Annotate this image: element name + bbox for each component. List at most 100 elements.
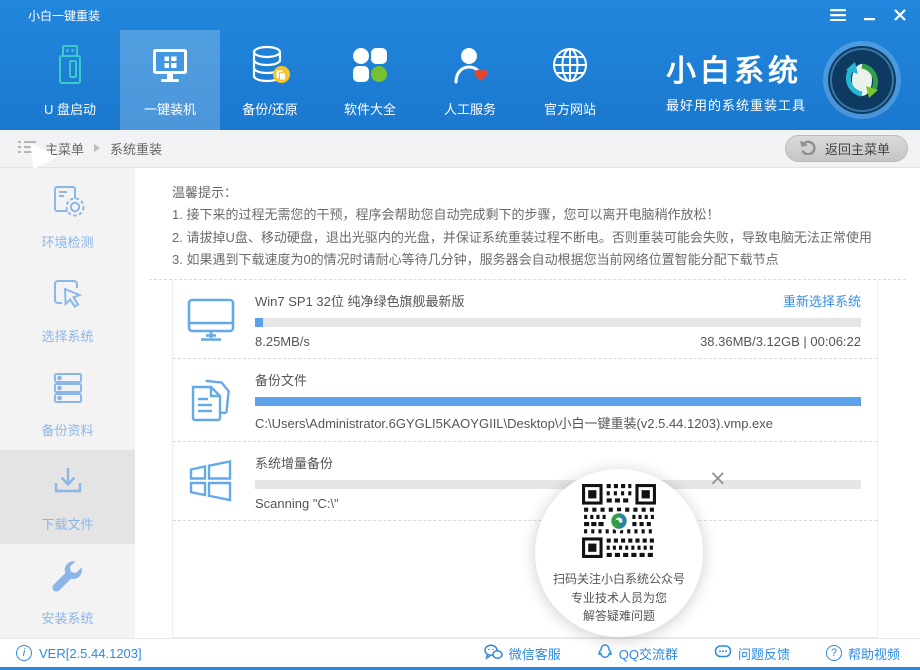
download-progress-bar: [255, 318, 861, 327]
task-system-download: Win7 SP1 32位 纯净绿色旗舰最新版 重新选择系统 8.25MB/s 3…: [173, 280, 877, 359]
incremental-progress-bar: [255, 480, 861, 489]
download-progress-fill: [255, 318, 263, 327]
link-label: 帮助视频: [848, 644, 900, 663]
chevron-right-icon: [93, 141, 101, 156]
nav-software-center[interactable]: 软件大全: [320, 30, 420, 130]
sidebar-item-select-system[interactable]: 选择系统: [0, 262, 135, 356]
link-label: QQ交流群: [619, 644, 678, 663]
wechat-icon: [484, 644, 503, 663]
brand-block: 小白系统 最好用的系统重装工具: [666, 30, 806, 130]
wechat-support-link[interactable]: 微信客服: [484, 643, 561, 663]
task-backup-files: 备份文件 C:\Users\Administrator.6GYGLI5KAOYG…: [173, 359, 877, 442]
tips-title: 温馨提示：: [172, 182, 880, 204]
download-stats: 38.36MB/3.12GB | 00:06:22: [700, 334, 861, 349]
close-icon[interactable]: [894, 9, 906, 21]
window-title: 小白一键重装: [28, 7, 100, 24]
qr-caption-line-2: 专业技术人员为您: [553, 589, 685, 608]
tips-line-1: 1. 接下来的过程无需您的干预，程序会帮助您自动完成剩下的步骤，您可以离开电脑稍…: [172, 204, 880, 226]
qr-caption: 扫码关注小白系统公众号 专业技术人员为您 解答疑难问题: [553, 570, 685, 626]
nav-label: 软件大全: [344, 99, 396, 118]
download-speed: 8.25MB/s: [255, 334, 310, 349]
task-title: Win7 SP1 32位 纯净绿色旗舰最新版: [255, 291, 465, 310]
person-heart-icon: [448, 43, 492, 92]
main-content: 温馨提示： 1. 接下来的过程无需您的干预，程序会帮助您自动完成剩下的步骤，您可…: [135, 168, 920, 638]
brand-name: 小白系统: [666, 46, 806, 90]
back-button-label: 返回主菜单: [825, 139, 890, 158]
version-info[interactable]: i VER[2.5.44.1203]: [16, 645, 142, 661]
sidebar-item-download-files[interactable]: 下载文件: [0, 450, 135, 544]
titlebar: 小白一键重装: [0, 0, 920, 30]
tips-block: 温馨提示： 1. 接下来的过程无需您的干预，程序会帮助您自动完成剩下的步骤，您可…: [135, 168, 920, 273]
tips-line-2: 2. 请拔掉U盘、移动硬盘，退出光驱内的光盘，并保证系统重装过程不断电。否则重装…: [172, 227, 880, 249]
version-text: VER[2.5.44.1203]: [39, 646, 142, 661]
panel-filler: [173, 521, 877, 637]
backup-file-path: C:\Users\Administrator.6GYGLI5KAOYGIIL\D…: [255, 413, 773, 432]
nav-label: 一键装机: [144, 99, 196, 118]
feedback-link[interactable]: 问题反馈: [714, 643, 790, 663]
nav-label: 备份/还原: [242, 99, 298, 118]
backup-progress-fill: [255, 397, 861, 406]
statusbar-links: 微信客服 QQ交流群 问题反馈: [484, 643, 900, 663]
qr-popup: 扫码关注小白系统公众号 专业技术人员为您 解答疑难问题: [535, 469, 703, 637]
nav-one-click-install[interactable]: 一键装机: [120, 30, 220, 130]
question-icon: ?: [826, 645, 842, 661]
qr-caption-line-1: 扫码关注小白系统公众号: [553, 570, 685, 589]
tips-line-3: 3. 如果遇到下载速度为0的情况时请耐心等待几分钟，服务器会自动根据您当前网络位…: [172, 249, 880, 271]
task-title: 系统增量备份: [255, 453, 333, 472]
scan-status: Scanning "C:\": [255, 496, 339, 511]
sidebar-item-install-system[interactable]: 安装系统: [0, 544, 135, 638]
qr-popup-close-icon[interactable]: ×: [709, 468, 727, 489]
breadcrumb: 主菜单 系统重装 返回主菜单: [0, 130, 920, 168]
qr-caption-line-3: 解答疑难问题: [553, 607, 685, 626]
backup-progress-bar: [255, 397, 861, 406]
breadcrumb-current: 系统重装: [110, 139, 162, 158]
windows-logo-icon: [183, 455, 239, 509]
qq-group-link[interactable]: QQ交流群: [597, 643, 678, 663]
sidebar-item-label: 备份资料: [41, 420, 93, 439]
chat-feedback-icon: [714, 644, 732, 663]
wrench-icon: [48, 556, 88, 599]
reselect-system-link[interactable]: 重新选择系统: [783, 291, 861, 310]
menu-icon[interactable]: [830, 9, 846, 21]
usb-drive-icon: [48, 43, 92, 92]
help-video-link[interactable]: ? 帮助视频: [826, 643, 900, 663]
undo-arrow-icon: [799, 139, 817, 158]
sidebar: 环境检测 选择系统 备: [0, 168, 135, 638]
task-title: 备份文件: [255, 370, 307, 389]
task-body: Win7 SP1 32位 纯净绿色旗舰最新版 重新选择系统 8.25MB/s 3…: [255, 291, 861, 349]
nav-label: 官方网站: [544, 99, 596, 118]
link-label: 问题反馈: [738, 644, 790, 663]
cursor-select-icon: [48, 274, 88, 317]
sidebar-item-label: 下载文件: [41, 514, 93, 533]
env-check-icon: [48, 180, 88, 223]
link-label: 微信客服: [509, 644, 561, 663]
task-incremental-backup: 系统增量备份 Scanning "C:\": [173, 442, 877, 521]
nav-official-website[interactable]: 官方网站: [520, 30, 620, 130]
brand-logo-icon: [822, 40, 902, 120]
sidebar-item-label: 环境检测: [41, 232, 93, 251]
sidebar-item-label: 选择系统: [41, 326, 93, 345]
info-icon: i: [16, 645, 32, 661]
nav-label: U 盘启动: [44, 99, 96, 118]
nav-usb-boot[interactable]: U 盘启动: [20, 30, 120, 130]
qq-penguin-icon: [597, 643, 613, 663]
nav-backup-restore[interactable]: 备份/还原: [220, 30, 320, 130]
statusbar: i VER[2.5.44.1203] 微信客服: [0, 638, 920, 670]
sidebar-item-env-check[interactable]: 环境检测: [0, 168, 135, 262]
qr-code-image: [581, 483, 657, 564]
download-icon: [48, 462, 88, 505]
documents-icon: [183, 374, 239, 428]
task-body: 备份文件 C:\Users\Administrator.6GYGLI5KAOYG…: [255, 370, 861, 432]
top-nav: U 盘启动 一键装机: [0, 30, 920, 130]
progress-panel: Win7 SP1 32位 纯净绿色旗舰最新版 重新选择系统 8.25MB/s 3…: [172, 280, 878, 638]
back-to-main-menu-button[interactable]: 返回主菜单: [785, 135, 908, 162]
nav-human-service[interactable]: 人工服务: [420, 30, 520, 130]
minimize-icon[interactable]: [864, 9, 876, 21]
brand-tagline: 最好用的系统重装工具: [666, 95, 806, 114]
sidebar-item-backup-data[interactable]: 备份资料: [0, 356, 135, 450]
header: 小白一键重装: [0, 0, 920, 130]
nav-label: 人工服务: [444, 99, 496, 118]
monitor-windows-icon: [148, 43, 192, 92]
app-window: 小白一键重装: [0, 0, 920, 670]
globe-icon: [548, 43, 592, 92]
